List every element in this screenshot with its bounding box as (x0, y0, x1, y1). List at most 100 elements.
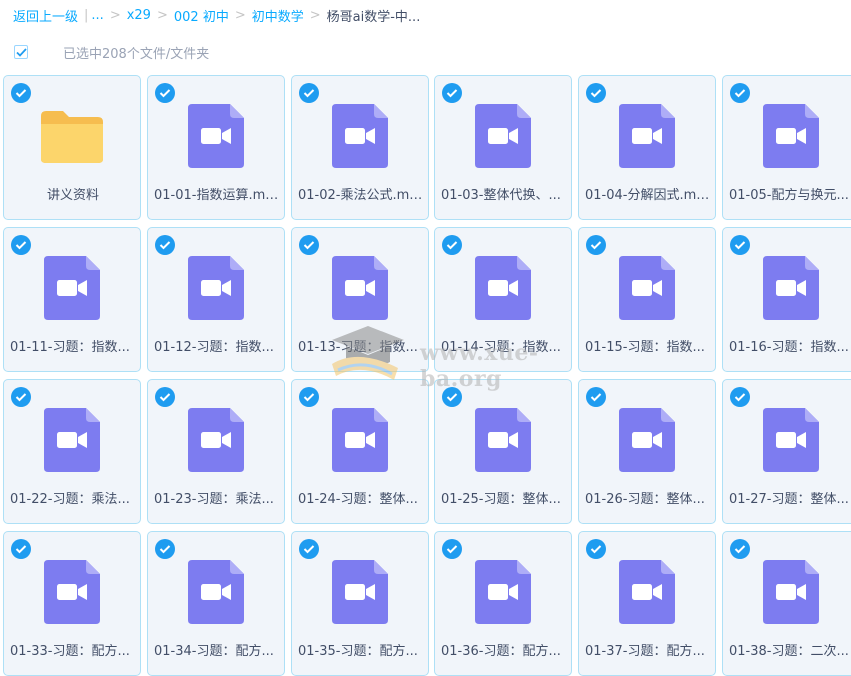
file-tile[interactable]: 01-15-习题：指数... (578, 227, 716, 372)
selected-check-icon[interactable] (155, 235, 175, 255)
file-tile[interactable]: 01-24-习题：整体... (291, 379, 429, 524)
check-icon (303, 241, 315, 250)
check-icon (590, 241, 602, 250)
video-file-icon (4, 253, 140, 323)
check-icon (15, 545, 27, 554)
file-name: 01-35-习题：配方... (298, 644, 418, 659)
file-name: 01-05-配方与换元... (729, 188, 849, 203)
selected-check-icon[interactable] (586, 387, 606, 407)
check-icon (15, 241, 27, 250)
selected-check-icon[interactable] (730, 387, 750, 407)
check-icon (590, 393, 602, 402)
video-file-icon (723, 557, 851, 627)
video-file-icon (148, 101, 284, 171)
file-tile[interactable]: 01-25-习题：整体... (434, 379, 572, 524)
video-file-icon (435, 101, 571, 171)
file-tile[interactable]: 01-22-习题：乘法... (3, 379, 141, 524)
selected-check-icon[interactable] (11, 235, 31, 255)
selected-check-icon[interactable] (155, 83, 175, 103)
file-tile[interactable]: 01-33-习题：配方... (3, 531, 141, 676)
file-tile[interactable]: 01-02-乘法公式.mp4 (291, 75, 429, 220)
selected-check-icon[interactable] (442, 235, 462, 255)
selected-check-icon[interactable] (155, 387, 175, 407)
file-name: 01-15-习题：指数... (585, 340, 705, 355)
file-name: 01-03-整体代换、... (441, 188, 561, 203)
selected-check-icon[interactable] (586, 83, 606, 103)
selected-check-icon[interactable] (11, 539, 31, 559)
folder-tile[interactable]: 讲义资料 (3, 75, 141, 220)
selected-check-icon[interactable] (730, 235, 750, 255)
selected-check-icon[interactable] (442, 539, 462, 559)
file-tile[interactable]: 01-04-分解因式.mp4 (578, 75, 716, 220)
video-file-icon (292, 101, 428, 171)
file-tile[interactable]: 01-23-习题：乘法... (147, 379, 285, 524)
check-icon (15, 89, 27, 98)
video-file-icon (723, 405, 851, 475)
check-icon (734, 393, 746, 402)
selected-check-icon[interactable] (730, 539, 750, 559)
file-tile[interactable]: 01-37-习题：配方... (578, 531, 716, 676)
file-tile[interactable]: 01-11-习题：指数... (3, 227, 141, 372)
video-file-icon (148, 557, 284, 627)
video-file-icon (579, 253, 715, 323)
selected-check-icon[interactable] (155, 539, 175, 559)
check-icon (303, 393, 315, 402)
check-icon (734, 241, 746, 250)
file-tile[interactable]: 01-35-习题：配方... (291, 531, 429, 676)
file-name: 01-33-习题：配方... (10, 644, 130, 659)
file-name: 01-34-习题：配方... (154, 644, 274, 659)
selected-check-icon[interactable] (299, 387, 319, 407)
video-file-icon (435, 405, 571, 475)
file-tile[interactable]: 01-34-习题：配方... (147, 531, 285, 676)
file-name: 01-13-习题：指数... (298, 340, 418, 355)
file-tile[interactable]: 01-01-指数运算.mp4 (147, 75, 285, 220)
file-name: 01-37-习题：配方... (585, 644, 705, 659)
file-tile[interactable]: 01-38-习题：二次... (722, 531, 851, 676)
selected-check-icon[interactable] (586, 539, 606, 559)
video-file-icon (4, 557, 140, 627)
file-tile[interactable]: 01-14-习题：指数... (434, 227, 572, 372)
selected-check-icon[interactable] (299, 235, 319, 255)
selected-check-icon[interactable] (299, 83, 319, 103)
file-name: 01-24-习题：整体... (298, 492, 418, 507)
file-name: 01-38-习题：二次... (729, 644, 849, 659)
file-tile[interactable]: 01-36-习题：配方... (434, 531, 572, 676)
file-tile[interactable]: 01-16-习题：指数... (722, 227, 851, 372)
selected-check-icon[interactable] (730, 83, 750, 103)
check-icon (303, 545, 315, 554)
check-icon (15, 393, 27, 402)
selected-check-icon[interactable] (11, 83, 31, 103)
file-name: 01-16-习题：指数... (729, 340, 849, 355)
file-tile[interactable]: 01-13-习题：指数... (291, 227, 429, 372)
file-tile[interactable]: 01-03-整体代换、... (434, 75, 572, 220)
file-name: 01-26-习题：整体... (585, 492, 705, 507)
selected-check-icon[interactable] (11, 387, 31, 407)
file-name: 01-23-习题：乘法... (154, 492, 274, 507)
file-name: 01-04-分解因式.mp4 (585, 188, 711, 203)
video-file-icon (292, 253, 428, 323)
file-tile[interactable]: 01-27-习题：整体... (722, 379, 851, 524)
check-icon (446, 241, 458, 250)
selected-check-icon[interactable] (442, 387, 462, 407)
video-file-icon (148, 405, 284, 475)
file-name: 01-11-习题：指数... (10, 340, 130, 355)
check-icon (446, 545, 458, 554)
file-name: 01-12-习题：指数... (154, 340, 274, 355)
file-name: 01-27-习题：整体... (729, 492, 849, 507)
file-tile[interactable]: 01-26-习题：整体... (578, 379, 716, 524)
video-file-icon (723, 253, 851, 323)
file-tile[interactable]: 01-12-习题：指数... (147, 227, 285, 372)
video-file-icon (435, 253, 571, 323)
selected-check-icon[interactable] (586, 235, 606, 255)
video-file-icon (148, 253, 284, 323)
check-icon (159, 393, 171, 402)
check-icon (303, 89, 315, 98)
video-file-icon (579, 557, 715, 627)
file-name: 01-01-指数运算.mp4 (154, 188, 280, 203)
selected-check-icon[interactable] (299, 539, 319, 559)
selected-check-icon[interactable] (442, 83, 462, 103)
file-name: 01-22-习题：乘法... (10, 492, 130, 507)
file-name: 01-25-习题：整体... (441, 492, 561, 507)
file-tile[interactable]: 01-05-配方与换元... (722, 75, 851, 220)
video-file-icon (4, 405, 140, 475)
